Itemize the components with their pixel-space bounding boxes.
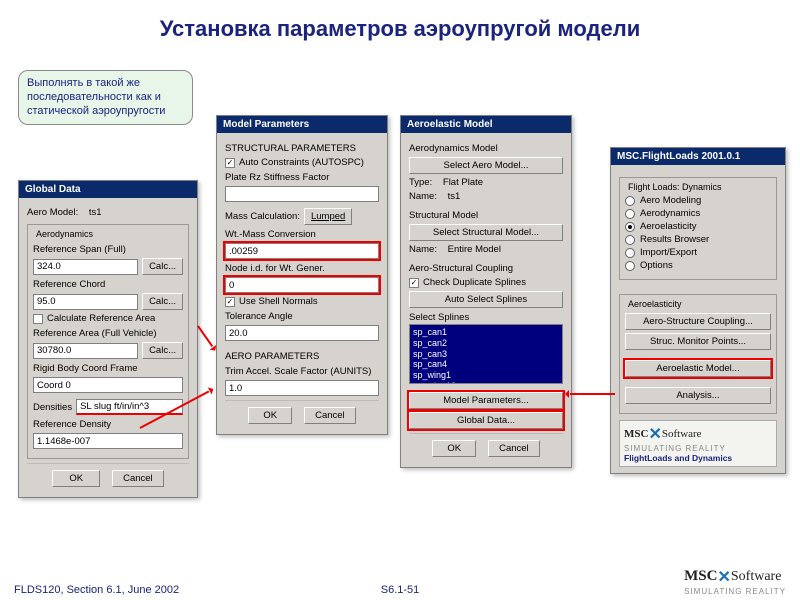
aero-params-header: AERO PARAMETERS [225, 351, 379, 362]
footer-center: S6.1-51 [381, 584, 420, 596]
rbcf-input[interactable]: Coord 0 [33, 377, 183, 393]
aero-structure-coupling-button[interactable]: Aero-Structure Coupling... [625, 313, 771, 330]
arrow-icon [570, 393, 615, 395]
aero-model-value: ts1 [89, 207, 102, 218]
global-data-titlebar: Global Data [19, 181, 197, 198]
shell-normals-checkbox[interactable]: ✓ [225, 297, 235, 307]
opt-options[interactable]: Options [625, 260, 771, 271]
calc-area-checkbox[interactable] [33, 314, 43, 324]
model-params-titlebar: Model Parameters [217, 116, 387, 133]
aunits-label: Trim Accel. Scale Factor (AUNITS) [225, 366, 379, 377]
check-dup-checkbox[interactable]: ✓ [409, 278, 419, 288]
splines-listbox[interactable]: sp_can1 sp_can2 sp_can3 sp_can4 sp_wing1… [409, 324, 563, 384]
calc-button[interactable]: Calc... [142, 258, 183, 275]
aeroelastic-model-button[interactable]: Aeroelastic Model... [625, 360, 771, 377]
ref-span-input[interactable]: 324.0 [33, 259, 138, 275]
analysis-button[interactable]: Analysis... [625, 387, 771, 404]
footer-left: FLDS120, Section 6.1, June 2002 [14, 584, 179, 596]
select-splines-label: Select Splines [409, 312, 563, 323]
struct-params-header: STRUCTURAL PARAMETERS [225, 143, 379, 154]
name2-value: Entire Model [448, 244, 501, 255]
flightloads-titlebar: MSC.FlightLoads 2001.0.1 [611, 148, 785, 165]
model-parameters-button[interactable]: Model Parameters... [409, 392, 563, 409]
opt-aerodynamics[interactable]: Aerodynamics [625, 208, 771, 219]
plate-rz-label: Plate Rz Stiffness Factor [225, 172, 379, 183]
msc-logo: MSC✕Software SIMULATING REALITY [684, 567, 786, 596]
aunits-input[interactable]: 1.0 [225, 380, 379, 396]
name-label: Name: [409, 191, 437, 202]
aeroelastic-model-panel: Aeroelastic Model Aerodynamics Model Sel… [400, 115, 572, 468]
struct-model-section: Structural Model [409, 210, 563, 221]
mass-calc-select[interactable]: Lumped [304, 208, 352, 225]
ok-button[interactable]: OK [52, 470, 100, 487]
type-label: Type: [409, 177, 432, 188]
aero-group-label: Aerodynamics [33, 229, 96, 239]
struc-monitor-points-button[interactable]: Struc. Monitor Points... [625, 333, 771, 350]
global-data-button[interactable]: Global Data... [409, 412, 563, 429]
type-value: Flat Plate [443, 177, 483, 188]
tol-angle-input[interactable]: 20.0 [225, 325, 379, 341]
hint-note: Выполнять в такой же последовательности … [18, 70, 193, 125]
calc-button[interactable]: Calc... [142, 342, 183, 359]
node-wt-label: Node i.d. for Wt. Gener. [225, 263, 379, 274]
calc-area-label: Calculate Reference Area [47, 313, 155, 324]
flightloads-group: Flight Loads: Dynamics [625, 182, 725, 192]
ref-chord-label: Reference Chord [33, 279, 183, 290]
page-title: Установка параметров аэроупругой модели [0, 0, 800, 46]
ref-dens-label: Reference Density [33, 419, 183, 430]
autospc-label: Auto Constraints (AUTOSPC) [239, 157, 364, 168]
model-params-panel: Model Parameters STRUCTURAL PARAMETERS ✓… [216, 115, 388, 435]
cancel-button[interactable]: Cancel [304, 407, 356, 424]
aeroelastic-titlebar: Aeroelastic Model [401, 116, 571, 133]
shell-normals-label: Use Shell Normals [239, 296, 318, 307]
coupling-section: Aero-Structural Coupling [409, 263, 563, 274]
cancel-button[interactable]: Cancel [488, 440, 540, 457]
calc-button[interactable]: Calc... [142, 293, 183, 310]
check-dup-label: Check Duplicate Splines [423, 277, 526, 288]
cancel-button[interactable]: Cancel [112, 470, 164, 487]
aero-model-section: Aerodynamics Model [409, 143, 563, 154]
flightloads-panel: MSC.FlightLoads 2001.0.1 Flight Loads: D… [610, 147, 786, 474]
ref-chord-input[interactable]: 95.0 [33, 294, 138, 310]
global-data-panel: Global Data Aero Model: ts1 Aerodynamics… [18, 180, 198, 498]
select-aero-model-button[interactable]: Select Aero Model... [409, 157, 563, 174]
opt-results-browser[interactable]: Results Browser [625, 234, 771, 245]
wtmass-label: Wt.-Mass Conversion [225, 229, 379, 240]
select-struct-model-button[interactable]: Select Structural Model... [409, 224, 563, 241]
rbcf-label: Rigid Body Coord Frame [33, 363, 183, 374]
footer: FLDS120, Section 6.1, June 2002 S6.1-51 … [0, 567, 800, 596]
ref-area-input[interactable]: 30780.0 [33, 343, 138, 359]
arrow-icon [197, 325, 213, 347]
ref-area-label: Reference Area (Full Vehicle) [33, 328, 183, 339]
tol-angle-label: Tolerance Angle [225, 311, 379, 322]
ok-button[interactable]: OK [432, 440, 476, 457]
plate-rz-input[interactable] [225, 186, 379, 202]
ref-span-label: Reference Span (Full) [33, 244, 183, 255]
ok-button[interactable]: OK [248, 407, 292, 424]
msc-software-logo-box: MSC✕Software SIMULATING REALITY FlightLo… [619, 420, 777, 467]
aero-model-label: Aero Model: [27, 207, 78, 218]
wtmass-input[interactable]: .00259 [225, 243, 379, 259]
node-wt-input[interactable]: 0 [225, 277, 379, 293]
name-value: ts1 [448, 191, 461, 202]
opt-import-export[interactable]: Import/Export [625, 247, 771, 258]
name2-label: Name: [409, 244, 437, 255]
aeroelasticity-section: Aeroelasticity [625, 299, 685, 309]
auto-select-splines-button[interactable]: Auto Select Splines [409, 291, 563, 308]
autospc-checkbox[interactable]: ✓ [225, 158, 235, 168]
opt-aeroelasticity[interactable]: Aeroelasticity [625, 221, 771, 232]
dens-label: Densities [33, 402, 72, 413]
ref-dens-input[interactable]: 1.1468e-007 [33, 433, 183, 449]
mass-calc-label: Mass Calculation: [225, 211, 300, 222]
opt-aero-modeling[interactable]: Aero Modeling [625, 195, 771, 206]
